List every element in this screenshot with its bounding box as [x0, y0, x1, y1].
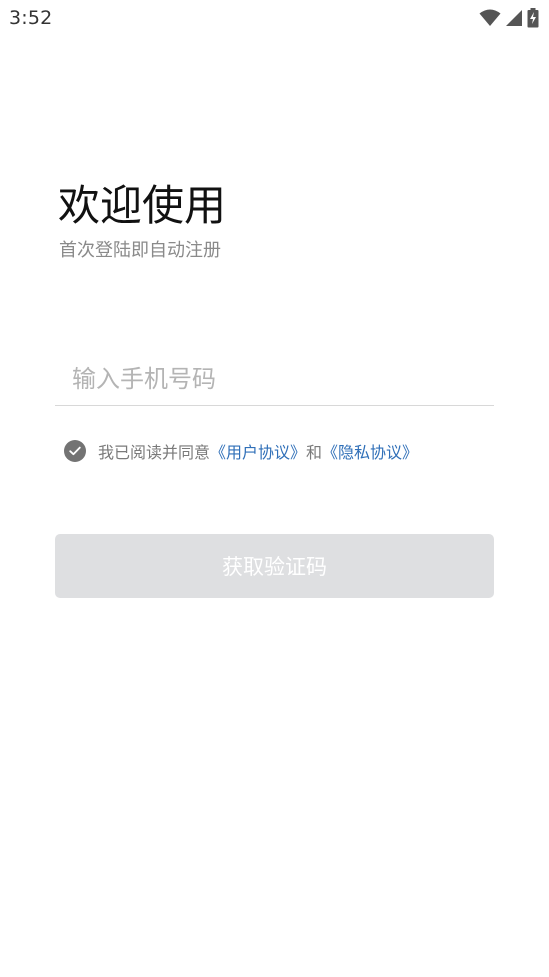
check-icon	[69, 446, 81, 456]
phone-number-input[interactable]	[55, 352, 494, 406]
status-icons	[479, 8, 539, 28]
status-bar: 3:52	[0, 0, 549, 36]
agreement-row: 我已阅读并同意 《用户协议》 和 《隐私协议》	[64, 438, 418, 464]
agree-checkbox[interactable]	[64, 440, 86, 462]
page-subtitle: 首次登陆即自动注册	[59, 240, 221, 261]
get-verification-code-button[interactable]: 获取验证码	[55, 534, 494, 598]
wifi-icon	[479, 9, 501, 27]
agreement-text: 我已阅读并同意	[98, 443, 211, 462]
user-agreement-link[interactable]: 《用户协议》	[210, 439, 306, 463]
agreement-and-text: 和	[306, 443, 323, 462]
privacy-policy-link[interactable]: 《隐私协议》	[322, 439, 418, 463]
signal-icon	[505, 9, 523, 27]
page-title: 欢迎使用	[58, 181, 227, 230]
battery-charging-icon	[527, 8, 539, 28]
login-screen: 3:52 欢迎使用 首次登陆即自动注册 输入手机号码 我已阅读并同意 《用户协议…	[0, 0, 549, 977]
status-time: 3:52	[9, 7, 53, 29]
